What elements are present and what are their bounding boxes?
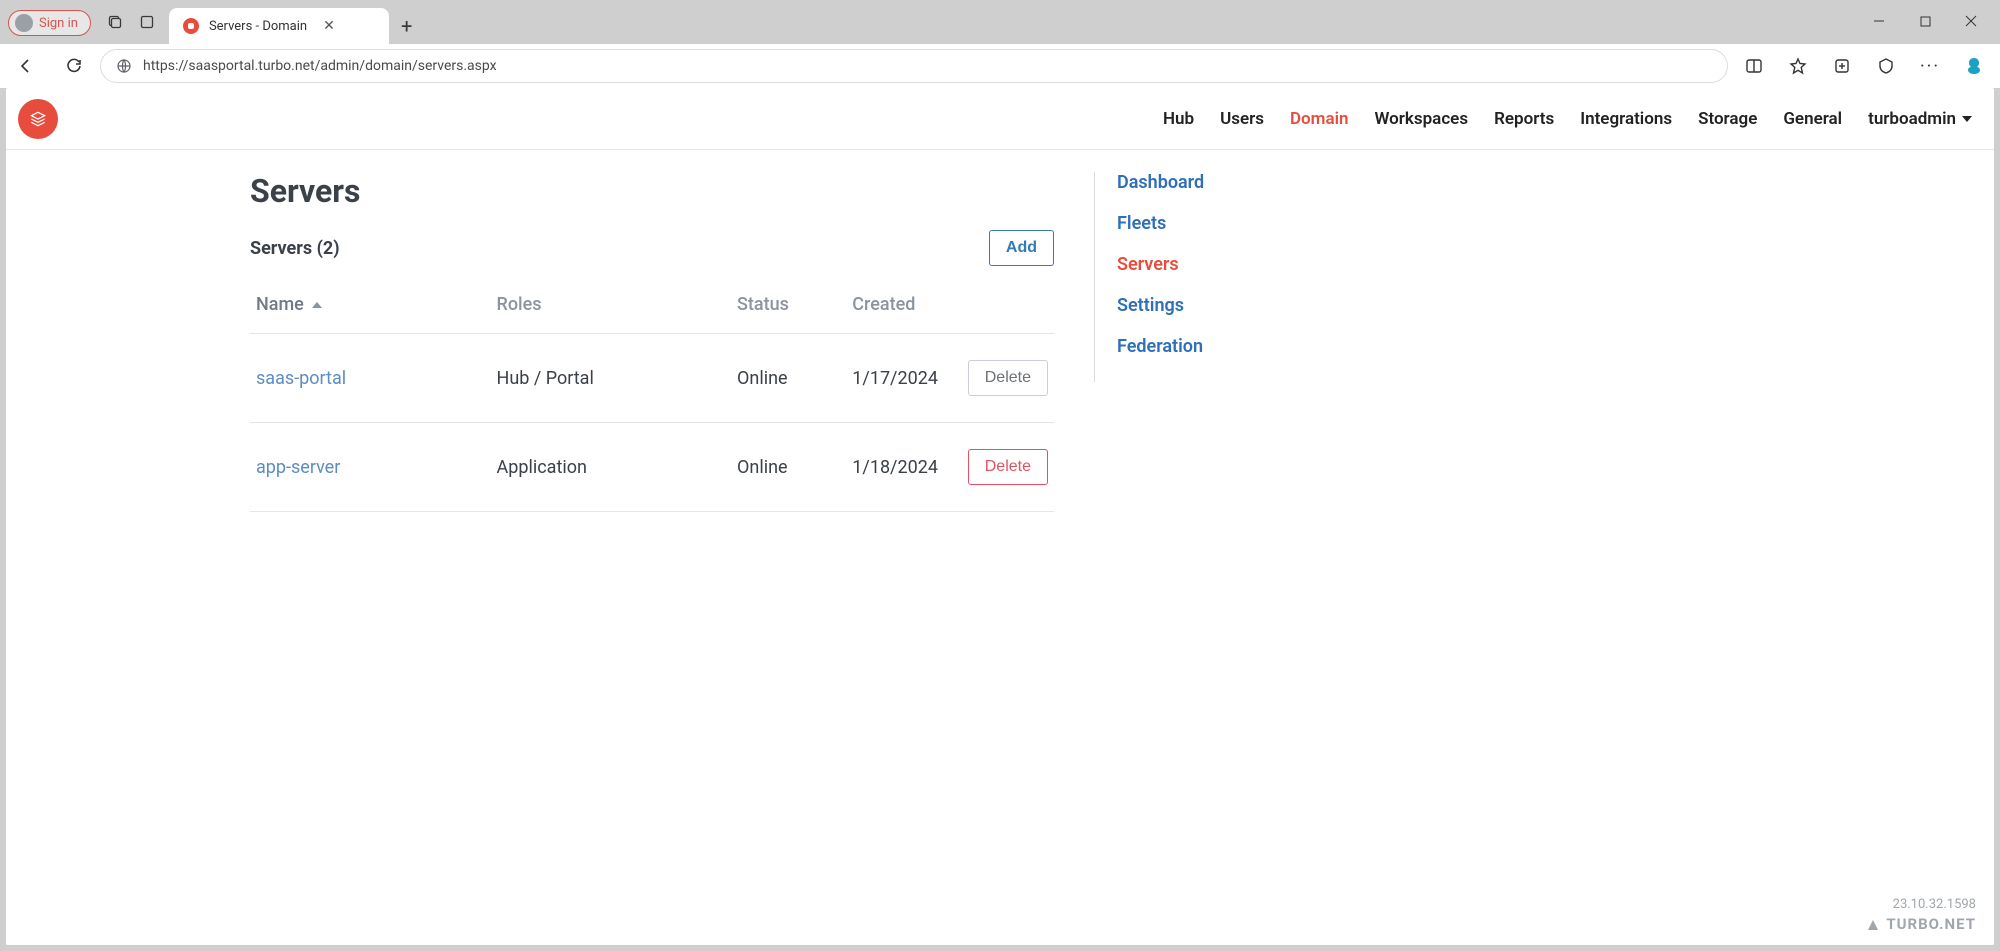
server-link[interactable]: saas-portal [256, 368, 346, 389]
window-controls [1856, 6, 1994, 36]
workspaces-icon[interactable] [131, 6, 163, 38]
brand-name: TURBO.NET [1886, 914, 1976, 935]
tab-title: Servers - Domain [209, 19, 307, 34]
favicon-icon [183, 18, 199, 34]
url-field[interactable]: https://saasportal.turbo.net/admin/domai… [100, 49, 1728, 83]
col-created[interactable]: Created [846, 284, 961, 334]
collections-icon[interactable] [1828, 52, 1856, 80]
cell-created: 1/18/2024 [846, 423, 961, 512]
list-title: Servers (2) [250, 238, 340, 259]
tab-strip: Sign in Servers - Domain ✕ + [0, 0, 2000, 44]
delete-button[interactable]: Delete [968, 360, 1048, 396]
nav-storage[interactable]: Storage [1698, 109, 1757, 129]
extensions-icon[interactable] [1872, 52, 1900, 80]
nav-general[interactable]: General [1783, 109, 1842, 129]
side-dashboard[interactable]: Dashboard [1117, 172, 1204, 193]
nav-links: Hub Users Domain Workspaces Reports Inte… [1163, 109, 1972, 129]
nav-user-menu[interactable]: turboadmin [1868, 109, 1972, 129]
close-tab-icon[interactable]: ✕ [323, 18, 335, 34]
add-button[interactable]: Add [989, 230, 1054, 266]
page-viewport: Hub Users Domain Workspaces Reports Inte… [6, 88, 1994, 945]
table-row: saas-portal Hub / Portal Online 1/17/202… [250, 334, 1054, 423]
col-name[interactable]: Name [250, 284, 491, 334]
sort-asc-icon [312, 302, 322, 308]
tab-actions-icon[interactable] [99, 6, 131, 38]
browser-tab-active[interactable]: Servers - Domain ✕ [169, 8, 389, 44]
list-header: Servers (2) Add [250, 230, 1054, 266]
address-bar: https://saasportal.turbo.net/admin/domai… [0, 44, 2000, 88]
back-button[interactable] [12, 52, 40, 80]
side-settings[interactable]: Settings [1117, 295, 1204, 316]
copilot-icon[interactable] [1960, 52, 1988, 80]
cell-status: Online [731, 334, 846, 423]
nav-reports[interactable]: Reports [1494, 109, 1554, 129]
brand-logo[interactable] [18, 99, 58, 139]
split-screen-icon[interactable] [1740, 52, 1768, 80]
cell-roles: Application [491, 423, 732, 512]
nav-hub[interactable]: Hub [1163, 109, 1194, 129]
table-row: app-server Application Online 1/18/2024 … [250, 423, 1054, 512]
main-column: Servers Servers (2) Add Name Roles Statu… [250, 172, 1054, 945]
nav-users[interactable]: Users [1220, 109, 1264, 129]
minimize-button[interactable] [1856, 6, 1902, 36]
version-text: 23.10.32.1598 [1866, 896, 1976, 914]
cell-status: Online [731, 423, 846, 512]
page-title: Servers [250, 172, 1054, 210]
signin-label: Sign in [39, 16, 78, 31]
nav-workspaces[interactable]: Workspaces [1375, 109, 1469, 129]
maximize-button[interactable] [1902, 6, 1948, 36]
side-servers[interactable]: Servers [1117, 254, 1204, 275]
cell-roles: Hub / Portal [491, 334, 732, 423]
avatar-icon [15, 14, 33, 32]
brand-mark-icon [1866, 918, 1880, 932]
chevron-down-icon [1962, 116, 1972, 122]
nav-domain[interactable]: Domain [1290, 109, 1349, 129]
side-federation[interactable]: Federation [1117, 336, 1204, 357]
col-status[interactable]: Status [731, 284, 846, 334]
toolbar-right: ··· [1740, 52, 1988, 80]
cell-created: 1/17/2024 [846, 334, 961, 423]
new-tab-button[interactable]: + [401, 14, 412, 38]
nav-user-label: turboadmin [1868, 109, 1956, 129]
footer-brand: 23.10.32.1598 TURBO.NET [1866, 896, 1976, 935]
side-fleets[interactable]: Fleets [1117, 213, 1204, 234]
url-text: https://saasportal.turbo.net/admin/domai… [143, 58, 497, 74]
side-column: Dashboard Fleets Servers Settings Federa… [1094, 172, 1204, 382]
page-body: Servers Servers (2) Add Name Roles Statu… [6, 150, 1994, 945]
side-menu: Dashboard Fleets Servers Settings Federa… [1117, 172, 1204, 357]
favorites-icon[interactable] [1784, 52, 1812, 80]
signin-button[interactable]: Sign in [8, 10, 91, 36]
servers-table: Name Roles Status Created saas-portal Hu… [250, 284, 1054, 512]
col-roles[interactable]: Roles [491, 284, 732, 334]
server-link[interactable]: app-server [256, 457, 340, 478]
more-icon[interactable]: ··· [1916, 52, 1944, 80]
nav-integrations[interactable]: Integrations [1580, 109, 1672, 129]
browser-chrome: Sign in Servers - Domain ✕ + [0, 0, 2000, 88]
top-nav: Hub Users Domain Workspaces Reports Inte… [6, 88, 1994, 150]
refresh-button[interactable] [60, 52, 88, 80]
close-window-button[interactable] [1948, 6, 1994, 36]
site-info-icon[interactable] [115, 57, 133, 75]
delete-button[interactable]: Delete [968, 449, 1048, 485]
